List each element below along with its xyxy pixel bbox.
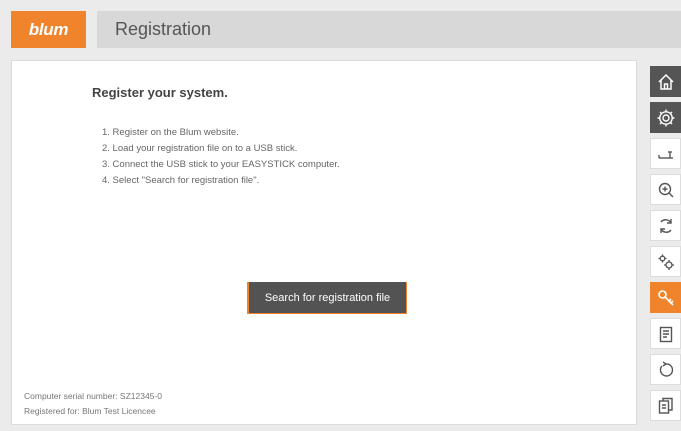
- reset-icon: [659, 360, 673, 377]
- sidebar-item-registration[interactable]: [650, 282, 681, 313]
- sidebar-item-reset[interactable]: [650, 354, 681, 385]
- sidebar-item-sync[interactable]: [650, 210, 681, 241]
- sidebar-item-settings[interactable]: [650, 102, 681, 133]
- step-item: 3. Connect the USB stick to your EASYSTI…: [102, 159, 340, 170]
- documents-icon: [658, 397, 673, 414]
- sidebar-item-documents[interactable]: [650, 390, 681, 421]
- key-icon: [657, 289, 674, 306]
- registered-for-text: Registered for: Blum Test Licencee: [24, 406, 156, 416]
- drill-icon: [657, 150, 673, 159]
- search-button-wrapper: Search for registration file: [247, 282, 409, 316]
- steps-list: 1. Register on the Blum website. 2. Load…: [102, 125, 340, 189]
- settings-icon: [657, 109, 674, 126]
- serial-number-text: Computer serial number: SZ12345-0: [24, 391, 162, 401]
- sidebar-item-gears[interactable]: [650, 246, 681, 277]
- sidebar-item-zoom[interactable]: [650, 174, 681, 205]
- logo-text: blum: [28, 19, 69, 39]
- page-title: Registration: [115, 19, 212, 39]
- content-panel: Register your system. 1. Register on the…: [11, 60, 637, 425]
- step-item: 4. Select "Search for registration file"…: [102, 175, 260, 186]
- zoom-icon: [658, 182, 673, 197]
- title-bar: Registration: [97, 11, 681, 48]
- footer-info: Computer serial number: SZ12345-0 Regist…: [24, 389, 162, 419]
- sidebar-item-home[interactable]: [650, 66, 681, 97]
- blum-logo: blum: [11, 11, 86, 48]
- step-item: 2. Load your registration file on to a U…: [102, 143, 298, 154]
- sidebar-item-report[interactable]: [650, 318, 681, 349]
- gears-icon: [658, 254, 674, 270]
- sync-icon: [659, 218, 672, 233]
- app-header: blum Registration: [0, 0, 681, 56]
- sidebar-item-drill[interactable]: [650, 138, 681, 169]
- step-item: 1. Register on the Blum website.: [102, 127, 239, 138]
- clipboard-icon: [659, 326, 672, 342]
- search-registration-file-button[interactable]: Search for registration file: [249, 282, 406, 313]
- home-icon: [657, 73, 674, 90]
- sidebar: [650, 66, 681, 431]
- section-heading: Register your system.: [92, 85, 228, 100]
